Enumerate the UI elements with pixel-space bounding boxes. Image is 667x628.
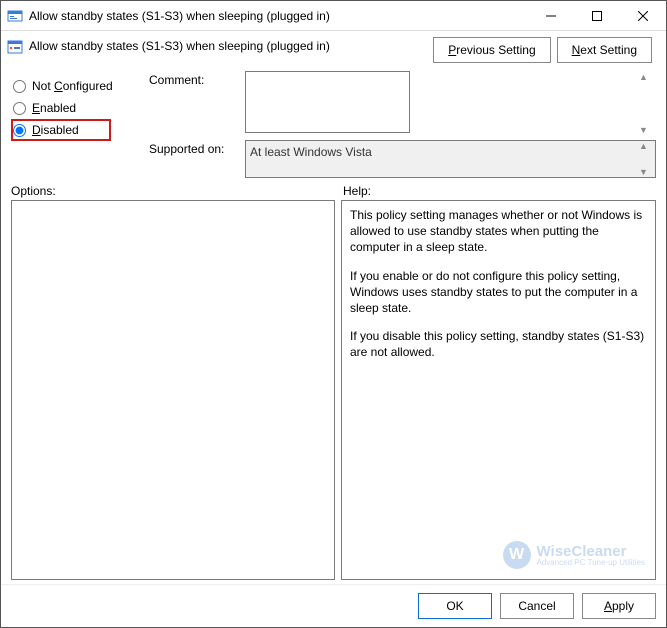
- comment-label: Comment:: [149, 71, 237, 87]
- window-title: Allow standby states (S1-S3) when sleepi…: [29, 9, 528, 23]
- watermark-logo-icon: W: [503, 541, 531, 569]
- cancel-button[interactable]: Cancel: [500, 593, 574, 619]
- help-paragraph: If you enable or do not configure this p…: [350, 268, 647, 317]
- watermark-tagline: Advanced PC Tune-up Utilities: [537, 559, 646, 567]
- radio-enabled[interactable]: Enabled: [11, 97, 141, 119]
- supported-on-value: At least Windows Vista: [245, 140, 656, 178]
- panels-header: Options: Help:: [1, 178, 666, 200]
- radio-disabled[interactable]: Disabled: [11, 119, 111, 141]
- help-text: This policy setting manages whether or n…: [350, 207, 647, 361]
- help-paragraph: This policy setting manages whether or n…: [350, 207, 647, 256]
- next-setting-button[interactable]: Next Setting: [557, 37, 652, 63]
- dialog-button-bar: OK Cancel Apply: [1, 584, 666, 627]
- app-icon: [7, 8, 23, 24]
- close-button[interactable]: [620, 1, 666, 31]
- help-panel: This policy setting manages whether or n…: [341, 200, 656, 580]
- scroll-arrows-icon: ▲▼: [639, 141, 655, 177]
- comment-textarea[interactable]: [245, 71, 410, 133]
- radio-not-configured-input[interactable]: [13, 80, 26, 93]
- watermark-brand: WiseCleaner: [537, 544, 646, 559]
- radio-disabled-input[interactable]: [13, 124, 26, 137]
- setting-header: Allow standby states (S1-S3) when sleepi…: [1, 31, 666, 67]
- help-paragraph: If you disable this policy setting, stan…: [350, 328, 647, 360]
- radio-label: Disabled: [32, 123, 79, 137]
- titlebar: Allow standby states (S1-S3) when sleepi…: [1, 1, 666, 31]
- radio-label: Not Configured: [32, 79, 113, 93]
- state-radio-group: Not Configured Enabled Disabled: [11, 71, 141, 178]
- maximize-button[interactable]: [574, 1, 620, 31]
- apply-button[interactable]: Apply: [582, 593, 656, 619]
- panels: This policy setting manages whether or n…: [1, 200, 666, 584]
- config-area: Not Configured Enabled Disabled Comment:…: [1, 67, 666, 178]
- previous-setting-button[interactable]: Previous Setting: [433, 37, 550, 63]
- minimize-button[interactable]: [528, 1, 574, 31]
- radio-enabled-input[interactable]: [13, 102, 26, 115]
- scroll-arrows-icon: ▲▼: [639, 72, 655, 135]
- ok-button[interactable]: OK: [418, 593, 492, 619]
- help-label: Help:: [343, 184, 371, 198]
- supported-on-label: Supported on:: [149, 140, 237, 156]
- policy-icon: [7, 39, 23, 55]
- options-panel: [11, 200, 335, 580]
- options-label: Options:: [11, 184, 335, 198]
- radio-label: Enabled: [32, 101, 76, 115]
- radio-not-configured[interactable]: Not Configured: [11, 75, 141, 97]
- setting-title: Allow standby states (S1-S3) when sleepi…: [29, 37, 433, 53]
- watermark: W WiseCleaner Advanced PC Tune-up Utilit…: [503, 541, 646, 569]
